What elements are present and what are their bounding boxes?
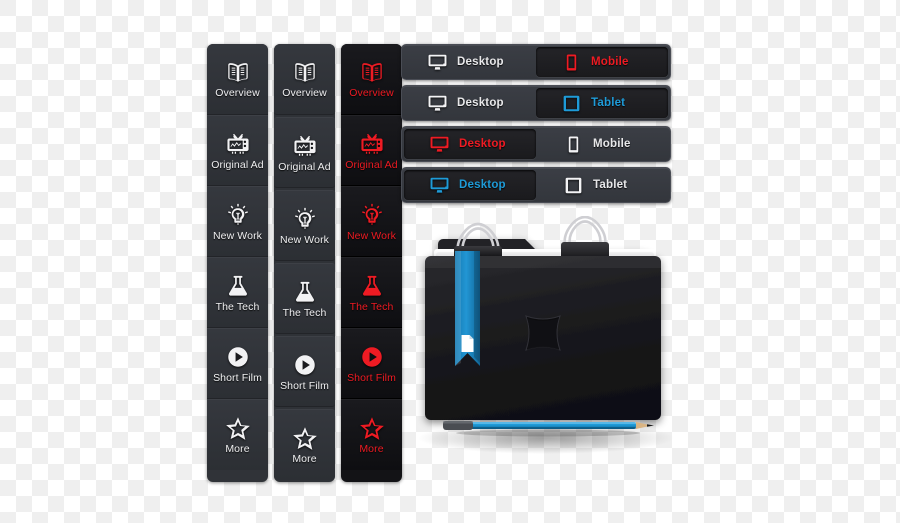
menu-tile-short-film[interactable]: Short Film	[341, 328, 402, 399]
menu-tile-label: More	[292, 453, 317, 466]
tablet-icon	[564, 177, 583, 194]
toggle-segment-label: Desktop	[457, 56, 504, 68]
toggle-segment-label: Tablet	[593, 179, 628, 191]
desktop-tablet-bar: Desktop Tablet	[401, 85, 671, 121]
television-icon	[225, 131, 251, 157]
play-circle-icon	[225, 344, 251, 370]
embossed-cutout	[525, 315, 561, 351]
black-folder-illustration	[398, 215, 688, 466]
smartphone-icon	[564, 135, 583, 153]
monitor-icon	[428, 95, 447, 112]
menu-tile-label: Overview	[282, 87, 327, 100]
toggle-segment-label: Desktop	[457, 97, 504, 109]
flask-icon	[359, 273, 385, 299]
pencil-tip	[647, 424, 654, 427]
menu-tile-label: New Work	[279, 233, 330, 246]
play-circle-icon	[292, 352, 318, 378]
desktop-active-tablet-bar: Desktop Tablet	[401, 167, 671, 203]
menu-tile-label: New Work	[212, 229, 263, 242]
menu-tile-the-tech[interactable]: The Tech	[341, 257, 402, 328]
star-icon	[359, 415, 385, 441]
menu-tile-label: Overview	[349, 87, 394, 100]
monitor-icon	[430, 136, 449, 153]
menu-tile-label: More	[225, 443, 250, 456]
document-icon-on-ribbon	[461, 335, 474, 352]
menu-tile-overview[interactable]: Overview	[207, 44, 268, 115]
lightbulb-icon	[225, 202, 251, 228]
menu-tile-new-work[interactable]: New Work	[274, 190, 335, 261]
menu-tile-more[interactable]: More	[207, 399, 268, 470]
toggle-segment-label: Tablet	[591, 97, 626, 109]
toggle-segment-label: Desktop	[459, 179, 506, 191]
menu-tile-short-film[interactable]: Short Film	[207, 328, 268, 399]
blue-bookmark-ribbon	[455, 251, 480, 366]
toggle-segment-mobile[interactable]: Mobile	[536, 47, 668, 77]
menu-tile-label: Original Ad	[211, 158, 264, 171]
flask-icon	[292, 279, 318, 305]
desktop-active-mobile-bar: Desktop Mobile	[401, 126, 671, 162]
menu-tile-label: Overview	[215, 87, 260, 100]
toggle-segment-desktop[interactable]: Desktop	[402, 45, 534, 79]
lightbulb-icon	[359, 202, 385, 228]
menu-tile-label: The Tech	[282, 306, 327, 319]
menu-tile-label: The Tech	[215, 300, 260, 313]
television-icon	[292, 133, 318, 159]
menu-tile-overview[interactable]: Overview	[274, 44, 335, 115]
lightbulb-icon	[292, 206, 318, 232]
menu-tile-label: Short Film	[280, 379, 329, 392]
menu-tile-more[interactable]: More	[274, 409, 335, 480]
star-icon	[292, 425, 318, 451]
menu-tile-the-tech[interactable]: The Tech	[274, 263, 335, 334]
tablet-icon	[562, 95, 581, 112]
menu-tile-overview[interactable]: Overview	[341, 44, 402, 115]
toggle-segment-label: Desktop	[459, 138, 506, 150]
menu-tile-the-tech[interactable]: The Tech	[207, 257, 268, 328]
toggle-segment-desktop[interactable]: Desktop	[404, 170, 536, 200]
device-toggle-bars: Desktop Mobile Desktop Tablet Desktop Mo…	[401, 44, 671, 203]
menu-tile-label: The Tech	[349, 300, 394, 313]
toggle-segment-desktop[interactable]: Desktop	[402, 86, 534, 120]
flask-icon	[225, 273, 251, 299]
monitor-icon	[430, 177, 449, 194]
toggle-segment-desktop[interactable]: Desktop	[404, 129, 536, 159]
menu-tile-label: Original Ad	[278, 160, 331, 173]
desktop-mobile-bar: Desktop Mobile	[401, 44, 671, 80]
menu-tile-label: New Work	[346, 229, 397, 242]
menu-tile-original-ad[interactable]: Original Ad	[207, 115, 268, 186]
play-circle-icon	[359, 344, 385, 370]
toggle-segment-label: Mobile	[591, 56, 629, 68]
menu-column-red-on-black: Overview Original Ad New Work The Tech S…	[341, 44, 402, 482]
icon-menu-columns: Overview Original Ad New Work The Tech S…	[207, 44, 402, 482]
toggle-segment-tablet[interactable]: Tablet	[538, 168, 670, 202]
open-book-icon	[292, 59, 318, 85]
open-book-icon	[225, 59, 251, 85]
toggle-segment-tablet[interactable]: Tablet	[536, 88, 668, 118]
menu-tile-original-ad[interactable]: Original Ad	[341, 115, 402, 186]
menu-tile-original-ad[interactable]: Original Ad	[274, 117, 335, 188]
television-icon	[359, 131, 385, 157]
menu-tile-label: More	[359, 443, 384, 456]
menu-tile-more[interactable]: More	[341, 399, 402, 470]
menu-tile-new-work[interactable]: New Work	[207, 186, 268, 257]
toggle-segment-mobile[interactable]: Mobile	[538, 127, 670, 161]
smartphone-icon	[562, 53, 581, 71]
menu-column-white-on-gray: Overview Original Ad New Work The Tech S…	[207, 44, 268, 482]
monitor-icon	[428, 54, 447, 71]
blue-pencil	[443, 421, 654, 437]
star-icon	[225, 415, 251, 441]
toggle-segment-label: Mobile	[593, 138, 631, 150]
open-book-icon	[359, 59, 385, 85]
menu-tile-short-film[interactable]: Short Film	[274, 336, 335, 407]
menu-column-white-on-gray-separated: Overview Original Ad New Work The Tech S…	[274, 44, 335, 482]
menu-tile-label: Short Film	[347, 371, 396, 384]
menu-tile-label: Short Film	[213, 371, 262, 384]
menu-tile-label: Original Ad	[345, 158, 398, 171]
menu-tile-new-work[interactable]: New Work	[341, 186, 402, 257]
